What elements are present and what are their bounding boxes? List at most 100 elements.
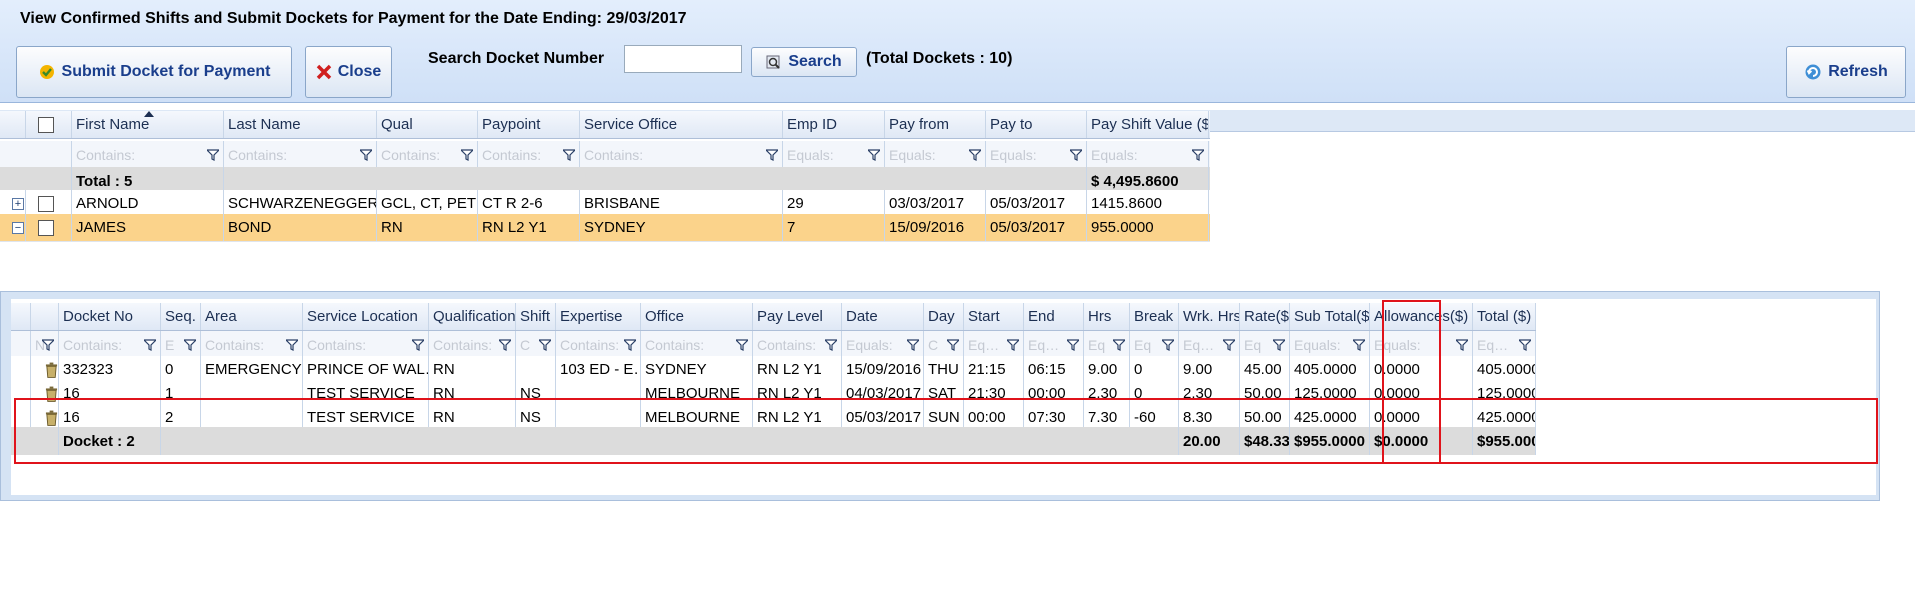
detail-column-header[interactable]: Qualification (429, 303, 516, 330)
delete-icon[interactable] (45, 386, 58, 402)
filter-icon[interactable] (1162, 339, 1174, 351)
filter-icon[interactable] (461, 149, 473, 161)
filter-cell[interactable]: Contains: (478, 141, 580, 168)
filter-icon[interactable] (624, 339, 636, 351)
detail-column-header[interactable]: Total ($) (1473, 303, 1536, 330)
detail-filter-cell[interactable]: Contains: (429, 331, 516, 358)
detail-filter-cell[interactable]: Contains: (753, 331, 842, 358)
detail-column-header[interactable]: Allowances($) (1370, 303, 1473, 330)
filter-icon[interactable] (766, 149, 778, 161)
column-header-qual[interactable]: Qual (377, 111, 478, 138)
filter-icon[interactable] (825, 339, 837, 351)
filter-icon[interactable] (907, 339, 919, 351)
detail-column-header[interactable]: Sub Total($) (1290, 303, 1370, 330)
column-header-last-name[interactable]: Last Name (224, 111, 377, 138)
detail-filter-cell[interactable]: Eq (1240, 331, 1290, 358)
filter-icon[interactable] (207, 149, 219, 161)
submit-docket-button[interactable]: Submit Docket for Payment (16, 46, 292, 98)
filter-cell[interactable]: Equals: (1087, 141, 1209, 168)
filter-icon[interactable] (1113, 339, 1125, 351)
filter-icon[interactable] (539, 339, 551, 351)
detail-filter-cell[interactable]: Contains: (641, 331, 753, 358)
column-header-pay-shift-value-[interactable]: Pay Shift Value ($) (1087, 111, 1209, 138)
detail-filter-cell[interactable]: Eq (1130, 331, 1179, 358)
detail-filter-cell[interactable]: Eq… (1473, 331, 1536, 358)
filter-icon[interactable] (868, 149, 880, 161)
filter-icon[interactable] (947, 339, 959, 351)
filter-cell[interactable]: Contains: (224, 141, 377, 168)
filter-icon[interactable] (969, 149, 981, 161)
filter-icon[interactable] (1353, 339, 1365, 351)
select-all-checkbox[interactable] (38, 116, 54, 133)
detail-filter-cell[interactable]: Eq (1084, 331, 1130, 358)
detail-column-header[interactable]: Docket No (59, 303, 161, 330)
column-header-pay-to[interactable]: Pay to (986, 111, 1087, 138)
detail-column-header[interactable]: Expertise (556, 303, 641, 330)
filter-icon[interactable] (1223, 339, 1235, 351)
filter-icon[interactable] (499, 339, 511, 351)
detail-column-header[interactable]: Service Location (303, 303, 429, 330)
delete-icon[interactable] (45, 362, 58, 378)
filter-cell[interactable]: Equals: (986, 141, 1087, 168)
filter-cell[interactable]: Equals: (885, 141, 986, 168)
detail-column-header[interactable]: Office (641, 303, 753, 330)
detail-column-header[interactable]: Start (964, 303, 1024, 330)
filter-cell[interactable]: Contains: (377, 141, 478, 168)
filter-icon[interactable] (1456, 339, 1468, 351)
column-header-service-office[interactable]: Service Office (580, 111, 783, 138)
detail-filter-cell[interactable]: Contains: (201, 331, 303, 358)
detail-column-header[interactable]: Area (201, 303, 303, 330)
filter-icon[interactable] (1519, 339, 1531, 351)
detail-filter-cell[interactable]: Equals: (1290, 331, 1370, 358)
filter-icon[interactable] (1273, 339, 1285, 351)
detail-filter-cell[interactable]: Equals: (842, 331, 924, 358)
expand-row-icon[interactable]: + (12, 197, 24, 210)
delete-icon[interactable] (45, 410, 58, 426)
filter-icon[interactable] (563, 149, 575, 161)
close-button[interactable]: Close (305, 46, 392, 98)
filter-icon[interactable] (1070, 149, 1082, 161)
detail-column-header[interactable]: Pay Level (753, 303, 842, 330)
row-checkbox[interactable] (38, 195, 54, 212)
detail-column-header[interactable]: Break (1130, 303, 1179, 330)
column-header-paypoint[interactable]: Paypoint (478, 111, 580, 138)
detail-column-header[interactable]: Date (842, 303, 924, 330)
detail-filter-cell[interactable]: Contains: (59, 331, 161, 358)
filter-cell[interactable]: Equals: (783, 141, 885, 168)
column-header-emp-id[interactable]: Emp ID (783, 111, 885, 138)
detail-filter-cell[interactable]: Contains: (303, 331, 429, 358)
filter-icon[interactable] (360, 149, 372, 161)
row-checkbox[interactable] (38, 219, 54, 236)
detail-filter-cell[interactable]: Eq… (1179, 331, 1240, 358)
detail-column-header[interactable]: Seq. (161, 303, 201, 330)
filter-icon[interactable] (42, 339, 54, 351)
search-input[interactable] (624, 45, 742, 73)
detail-filter-cell[interactable]: Contains: (556, 331, 641, 358)
column-header-pay-from[interactable]: Pay from (885, 111, 986, 138)
collapse-row-icon[interactable]: − (12, 221, 24, 234)
detail-filter-cell[interactable]: C (516, 331, 556, 358)
detail-column-header[interactable]: Hrs (1084, 303, 1130, 330)
detail-filter-cell[interactable]: Equals: (1370, 331, 1473, 358)
filter-icon[interactable] (1007, 339, 1019, 351)
detail-column-header[interactable]: Day (924, 303, 964, 330)
filter-icon[interactable] (1067, 339, 1079, 351)
filter-icon[interactable] (1192, 149, 1204, 161)
filter-icon[interactable] (184, 339, 196, 351)
column-header-first-name[interactable]: First Name (72, 111, 224, 138)
refresh-button[interactable]: Refresh (1786, 46, 1906, 98)
filter-icon[interactable] (144, 339, 156, 351)
filter-icon[interactable] (736, 339, 748, 351)
detail-column-header[interactable]: End (1024, 303, 1084, 330)
detail-column-header[interactable]: Shift (516, 303, 556, 330)
detail-column-header[interactable]: Rate($) (1240, 303, 1290, 330)
filter-icon[interactable] (412, 339, 424, 351)
detail-filter-cell[interactable]: E (161, 331, 201, 358)
search-button[interactable]: Search (751, 47, 857, 77)
filter-icon[interactable] (286, 339, 298, 351)
detail-column-header[interactable]: Wrk. Hrs (1179, 303, 1240, 330)
detail-filter-cell[interactable]: Eq… (1024, 331, 1084, 358)
detail-filter-cell[interactable]: Eq… (964, 331, 1024, 358)
filter-cell[interactable]: Contains: (580, 141, 783, 168)
detail-filter-action[interactable]: N (31, 331, 59, 358)
